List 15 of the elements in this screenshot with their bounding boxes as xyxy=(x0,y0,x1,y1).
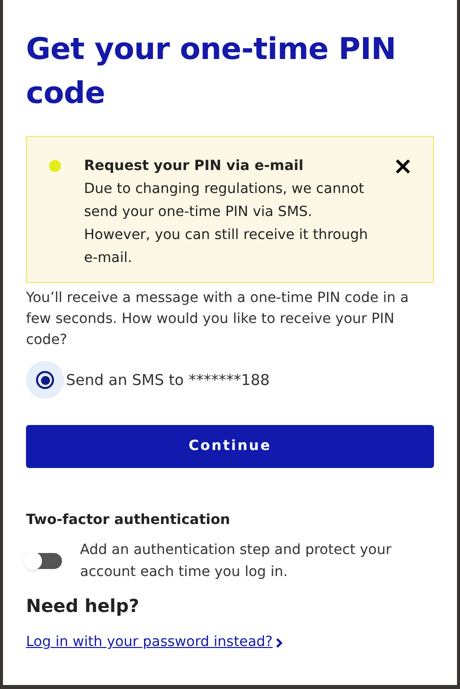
alert-title: Request your PIN via e-mail xyxy=(84,157,304,176)
continue-button[interactable]: Continue xyxy=(26,425,434,468)
password-login-link[interactable]: Log in with your password instead? xyxy=(26,632,273,653)
chevron-right-icon xyxy=(276,638,283,648)
close-button[interactable]: × xyxy=(392,154,413,178)
help-heading: Need help? xyxy=(26,595,140,619)
option-label: Send an SMS to *******188 xyxy=(66,370,270,391)
alert-message: Due to changing regulations, we cannot send your one-time PIN via SMS. However, you can still receive it through e-mail. xyxy=(84,180,369,268)
page-title: Get your one-time PIN code xyxy=(26,31,397,113)
intro-text: You’ll receive a message with a one-time PIN code in a few seconds. How would you like to receive your PIN code? xyxy=(26,289,410,350)
section-heading: Two-factor authentication xyxy=(26,511,232,530)
warning-icon xyxy=(49,160,61,172)
toggle-description: Add an authentication step and protect your account each time you log in. xyxy=(80,541,392,582)
radio-button[interactable] xyxy=(26,361,64,399)
toggle-switch[interactable] xyxy=(26,553,62,569)
